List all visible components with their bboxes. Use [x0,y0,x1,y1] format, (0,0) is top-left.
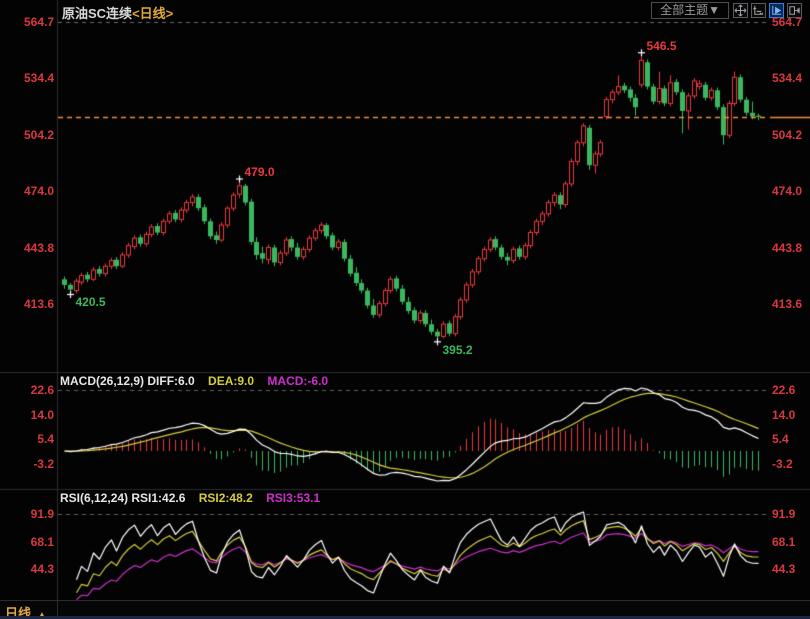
period-tag: <日线> [132,6,173,21]
rsi3-value: RSI3:53.1 [266,491,320,505]
footer-divider [57,601,58,616]
rsi2-value: RSI2:48.2 [199,491,253,505]
macd-value: MACD:-6.0 [267,374,328,388]
toolbar-icon-tray [733,3,802,18]
bottom-axis-bar: 日线▲ 2021/062021/072021/082021/092021/102… [0,600,810,619]
macd-dea-value: DEA:9.0 [208,374,254,388]
rsi-indicator-header: RSI(6,12,24) RSI1:42.6 RSI2:48.2 RSI3:53… [60,491,320,505]
macd-indicator-header: MACD(26,12,9) DIFF:6.0 DEA:9.0 MACD:-6.0 [60,374,328,388]
symbol-name: 原油SC连续 [62,6,132,21]
macd-diff-value: MACD(26,12,9) DIFF:6.0 [60,374,195,388]
theme-dropdown-button[interactable]: 全部主题▼ [651,2,729,19]
shift-right-icon[interactable] [787,3,802,18]
rsi1-value: RSI(6,12,24) RSI1:42.6 [60,491,185,505]
auto-scroll-icon[interactable] [769,3,784,18]
page-title: 原油SC连续<日线> [62,3,173,22]
pan-move-icon[interactable] [733,3,748,18]
axis-scale-icon[interactable] [751,3,766,18]
chart-window: 原油SC连续<日线> 全部主题▼ MACD(26,12,9) DIFF:6.0 … [0,0,810,619]
chart-canvas[interactable] [0,0,810,619]
top-toolbar: 全部主题▼ [651,2,802,19]
